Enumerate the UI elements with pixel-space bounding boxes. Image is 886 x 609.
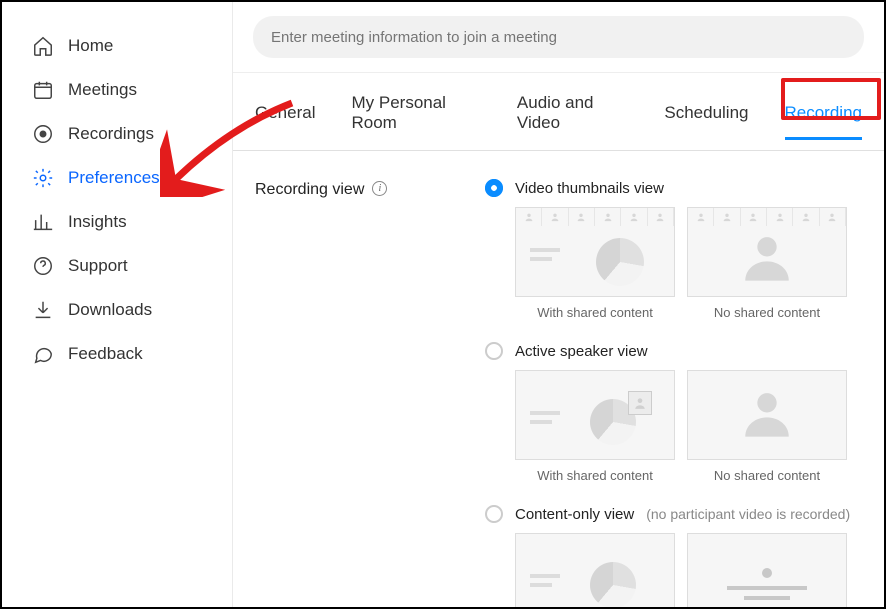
text-lines-icon: [530, 248, 560, 266]
option-note: (no participant video is recorded): [646, 506, 850, 522]
search-placeholder: Enter meeting information to join a meet…: [271, 29, 557, 46]
preview-card: No shared content: [687, 207, 847, 320]
sidebar-item-feedback[interactable]: Feedback: [32, 332, 232, 376]
preview-contentonly-shared: [515, 533, 675, 607]
sidebar-item-downloads[interactable]: Downloads: [32, 288, 232, 332]
sidebar-item-label: Feedback: [68, 344, 143, 364]
tab-audio-video[interactable]: Audio and Video: [517, 93, 628, 150]
preview-card: With shared content: [515, 533, 675, 607]
calendar-icon: [32, 79, 54, 101]
preview-thumbnails-shared: [515, 207, 675, 297]
gear-icon: [32, 167, 54, 189]
sidebar-item-recordings[interactable]: Recordings: [32, 112, 232, 156]
preview-speaker-noshared: [687, 370, 847, 460]
tab-personal-room[interactable]: My Personal Room: [351, 93, 480, 150]
pie-icon: [590, 562, 636, 607]
preview-card: No shared content: [687, 533, 847, 607]
info-icon[interactable]: i: [372, 181, 387, 196]
option-active-speaker: Active speaker view With shared content: [485, 342, 862, 483]
speaker-badge-icon: [628, 391, 652, 415]
person-icon: [738, 384, 796, 447]
pie-icon: [596, 238, 644, 286]
preview-contentonly-noshared: [687, 533, 847, 607]
record-icon: [32, 123, 54, 145]
sidebar-item-label: Preferences: [68, 168, 160, 188]
search-input[interactable]: Enter meeting information to join a meet…: [253, 16, 864, 58]
radio-icon: [485, 179, 503, 197]
tab-scheduling[interactable]: Scheduling: [664, 103, 748, 140]
thumbnail-strip-icon: [688, 208, 846, 226]
sidebar-item-label: Downloads: [68, 300, 152, 320]
option-radio-row[interactable]: Video thumbnails view: [485, 179, 862, 197]
sidebar-item-home[interactable]: Home: [32, 24, 232, 68]
chat-icon: [32, 343, 54, 365]
option-content-only: Content-only view (no participant video …: [485, 505, 862, 607]
option-label: Active speaker view: [515, 343, 648, 360]
sidebar-item-label: Meetings: [68, 80, 137, 100]
tab-general[interactable]: General: [255, 103, 315, 140]
preview-caption: No shared content: [687, 460, 847, 483]
preview-caption: With shared content: [515, 460, 675, 483]
radio-icon: [485, 505, 503, 523]
sidebar-item-support[interactable]: Support: [32, 244, 232, 288]
dot-icon: [762, 568, 772, 578]
person-icon: [738, 228, 796, 291]
radio-icon: [485, 342, 503, 360]
sidebar-item-meetings[interactable]: Meetings: [32, 68, 232, 112]
preview-card: With shared content: [515, 207, 675, 320]
sidebar-item-label: Recordings: [68, 124, 154, 144]
preview-speaker-shared: [515, 370, 675, 460]
preview-caption: With shared content: [515, 297, 675, 320]
sidebar-item-label: Home: [68, 36, 113, 56]
help-icon: [32, 255, 54, 277]
sidebar-item-preferences[interactable]: Preferences: [32, 156, 232, 200]
sidebar-item-label: Insights: [68, 212, 127, 232]
option-radio-row[interactable]: Content-only view (no participant video …: [485, 505, 862, 523]
option-radio-row[interactable]: Active speaker view: [485, 342, 862, 360]
options: Video thumbnails view: [485, 179, 862, 579]
section-label: Recording view i: [255, 179, 485, 579]
preview-card: No shared content: [687, 370, 847, 483]
option-label: Video thumbnails view: [515, 180, 664, 197]
lines-icon: [727, 586, 807, 590]
sidebar-item-insights[interactable]: Insights: [32, 200, 232, 244]
sidebar: Home Meetings Recordings Preferences Ins…: [2, 2, 232, 607]
option-label: Content-only view: [515, 506, 634, 523]
sidebar-item-label: Support: [68, 256, 128, 276]
content: Recording view i Video thumbnails view: [233, 151, 884, 607]
preview-thumbnails-noshared: [687, 207, 847, 297]
thumbnail-strip-icon: [516, 208, 674, 226]
home-icon: [32, 35, 54, 57]
text-lines-icon: [530, 411, 560, 429]
download-icon: [32, 299, 54, 321]
chart-icon: [32, 211, 54, 233]
text-lines-icon: [530, 574, 560, 592]
option-video-thumbnails: Video thumbnails view: [485, 179, 862, 320]
preview-card: With shared content: [515, 370, 675, 483]
preview-caption: No shared content: [687, 297, 847, 320]
annotation-highlight-box: [781, 78, 881, 120]
